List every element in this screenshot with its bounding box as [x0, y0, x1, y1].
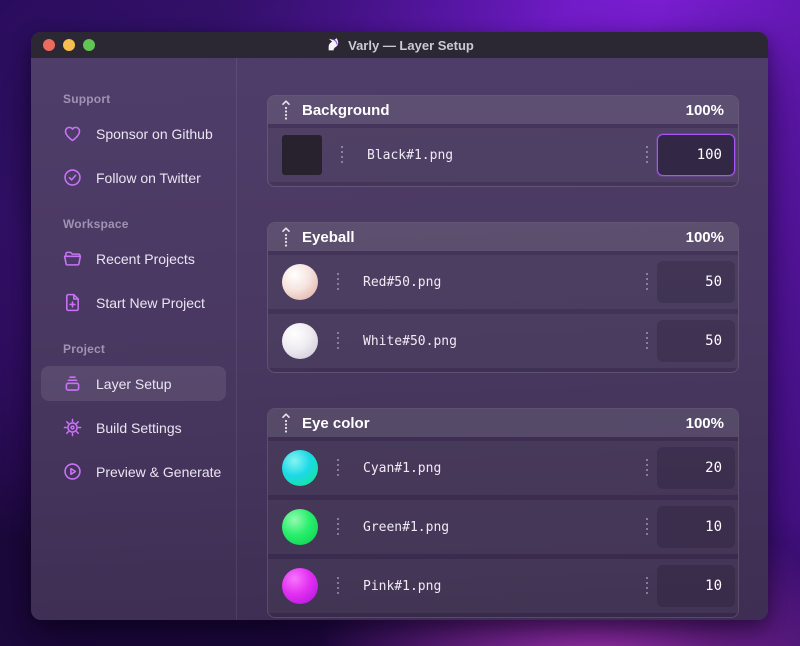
- sidebar-section-support: Support Sponsor on Github Follow on Twit…: [31, 92, 236, 195]
- badge-check-icon: [61, 167, 83, 189]
- sidebar-item-build-settings[interactable]: Build Settings: [41, 410, 226, 445]
- sidebar-item-label: Recent Projects: [96, 250, 195, 267]
- layer-row: White#50.png: [268, 314, 738, 368]
- divider-dots: [646, 273, 648, 291]
- sidebar-item-layer-setup[interactable]: Layer Setup: [41, 366, 226, 401]
- weight-input[interactable]: [657, 261, 735, 303]
- layer-row: Green#1.png: [268, 500, 738, 554]
- heart-icon: [61, 123, 83, 145]
- drag-handle-icon[interactable]: [282, 227, 290, 247]
- weight-input[interactable]: [657, 134, 735, 176]
- divider-dots: [646, 146, 648, 164]
- section-header-support: Support: [63, 92, 111, 106]
- divider-dots: [646, 577, 648, 595]
- unicorn-icon: [325, 37, 341, 53]
- minimize-button[interactable]: [63, 39, 75, 51]
- sidebar-item-label: Build Settings: [96, 419, 182, 436]
- sidebar-item-label: Sponsor on Github: [96, 125, 213, 142]
- sidebar-item-label: Follow on Twitter: [96, 169, 201, 186]
- layer-filename: Black#1.png: [367, 147, 454, 163]
- group-percent: 100%: [685, 228, 724, 246]
- sidebar: Support Sponsor on Github Follow on Twit…: [31, 58, 237, 620]
- sidebar-item-label: Layer Setup: [96, 375, 172, 392]
- sidebar-section-project: Project Layer Setup Build Settings Previ…: [31, 342, 236, 489]
- layer-thumbnail: [282, 323, 318, 359]
- group-header: Background 100%: [268, 96, 738, 124]
- layer-filename: Pink#1.png: [363, 578, 442, 594]
- group-title: Background: [302, 101, 390, 119]
- layer-group-background: Background 100% Black#1.png: [267, 95, 739, 187]
- layer-row: Black#1.png: [268, 128, 738, 182]
- group-percent: 100%: [685, 414, 724, 432]
- close-button[interactable]: [43, 39, 55, 51]
- folder-open-icon: [61, 248, 83, 270]
- layer-thumbnail: [282, 509, 318, 545]
- app-window: Varly — Layer Setup Support Sponsor on G…: [31, 32, 768, 620]
- play-circle-icon: [61, 461, 83, 483]
- layer-setup-panel: Background 100% Black#1.png 100 Eyeball …: [237, 58, 768, 620]
- drag-handle-icon[interactable]: [282, 413, 290, 433]
- sidebar-item-start-new-project[interactable]: Start New Project: [41, 285, 226, 320]
- titlebar: Varly — Layer Setup: [31, 32, 768, 58]
- layer-filename: White#50.png: [363, 333, 457, 349]
- window-title: Varly — Layer Setup: [348, 37, 474, 53]
- weight-input[interactable]: [657, 447, 735, 489]
- section-header-workspace: Workspace: [63, 217, 129, 231]
- layer-filename: Green#1.png: [363, 519, 450, 535]
- traffic-lights: [43, 39, 95, 51]
- divider-dots: [646, 332, 648, 350]
- group-title: Eyeball: [302, 228, 355, 246]
- layer-row: Pink#1.png: [268, 559, 738, 613]
- gear-icon: [61, 417, 83, 439]
- divider-dots: [337, 332, 339, 350]
- group-percent: 100%: [685, 101, 724, 119]
- sidebar-section-workspace: Workspace Recent Projects Start New Proj…: [31, 217, 236, 320]
- sidebar-item-label: Preview & Generate: [96, 463, 222, 480]
- layer-thumbnail: [282, 568, 318, 604]
- divider-dots: [341, 146, 343, 164]
- layer-filename: Cyan#1.png: [363, 460, 442, 476]
- weight-input[interactable]: [657, 506, 735, 548]
- divider-dots: [337, 459, 339, 477]
- layer-group-eyeball: Eyeball 100% Red#50.png White#50.png: [267, 222, 739, 373]
- layer-thumbnail: [282, 264, 318, 300]
- sidebar-item-label: Start New Project: [96, 294, 205, 311]
- layer-row: Cyan#1.png: [268, 441, 738, 495]
- divider-dots: [646, 459, 648, 477]
- divider-dots: [337, 273, 339, 291]
- section-header-project: Project: [63, 342, 106, 356]
- sidebar-item-sponsor-on-github[interactable]: Sponsor on Github: [41, 116, 226, 151]
- sidebar-item-follow-on-twitter[interactable]: Follow on Twitter: [41, 160, 226, 195]
- file-plus-icon: [61, 292, 83, 314]
- divider-dots: [337, 518, 339, 536]
- weight-input[interactable]: [657, 320, 735, 362]
- layer-stack-icon: [61, 373, 83, 395]
- sidebar-item-recent-projects[interactable]: Recent Projects: [41, 241, 226, 276]
- group-header: Eye color 100%: [268, 409, 738, 437]
- group-title: Eye color: [302, 414, 370, 432]
- layer-row: Red#50.png: [268, 255, 738, 309]
- zoom-button[interactable]: [83, 39, 95, 51]
- sidebar-item-preview-generate[interactable]: Preview & Generate: [41, 454, 226, 489]
- layer-thumbnail: [282, 135, 322, 175]
- drag-handle-icon[interactable]: [282, 100, 290, 120]
- group-header: Eyeball 100%: [268, 223, 738, 251]
- layer-filename: Red#50.png: [363, 274, 442, 290]
- layer-thumbnail: [282, 450, 318, 486]
- weight-input[interactable]: [657, 565, 735, 607]
- layer-group-eye-color: Eye color 100% Cyan#1.png Green#1.png: [267, 408, 739, 618]
- divider-dots: [646, 518, 648, 536]
- divider-dots: [337, 577, 339, 595]
